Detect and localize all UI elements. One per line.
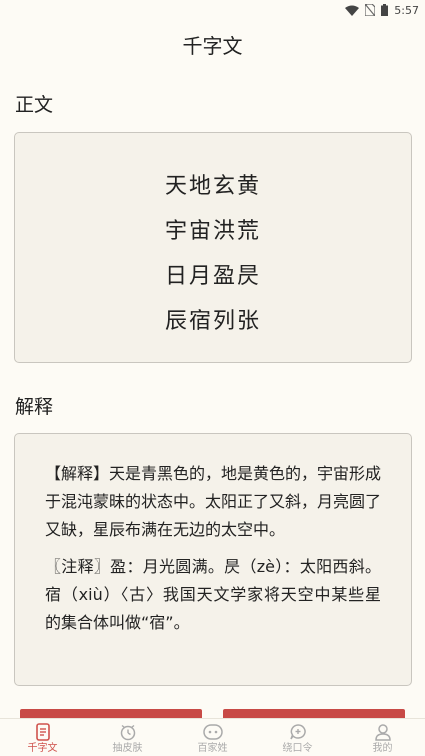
explanation-card: 【解释】天是青黑色的，地是黄色的，宇宙形成于混沌蒙昧的状态中。太阳正了又斜，月亮…	[14, 433, 412, 686]
main-text-card: 天地玄黄 宇宙洪荒 日月盈昃 辰宿列张	[14, 132, 412, 363]
no-sim-icon	[365, 4, 376, 16]
page-title: 千字文	[182, 33, 243, 58]
tab-label: 百家姓	[197, 743, 228, 754]
verse-list: 天地玄黄 宇宙洪荒 日月盈昃 辰宿列张	[15, 161, 411, 341]
alarm-clock-icon	[120, 724, 135, 741]
tab-qianziwen[interactable]: 千字文	[0, 719, 85, 755]
main-text-heading: 正文	[15, 94, 54, 116]
verse-line: 宇宙洪荒	[164, 218, 261, 244]
person-icon	[374, 724, 391, 741]
tab-wode[interactable]: 我的	[340, 719, 425, 755]
tab-label: 抽皮肤	[112, 743, 143, 754]
bottom-tab-bar: 千字文 抽皮肤 百家姓 绕口令 我的	[0, 718, 425, 756]
face-icon	[202, 724, 223, 740]
battery-icon	[381, 4, 389, 16]
chat-heart-icon	[289, 724, 306, 740]
tab-raokouling[interactable]: 绕口令	[255, 719, 340, 755]
annotation-paragraph: 〖注释〗盈：月光圆满。昃（zè）：太阳西斜。宿（xiù）〈古〉我国天文学家将天空…	[45, 557, 381, 632]
verse-line: 天地玄黄	[164, 173, 261, 199]
tab-baijiaxing[interactable]: 百家姓	[170, 719, 255, 755]
explanation-paragraph: 【解释】天是青黑色的，地是黄色的，宇宙形成于混沌蒙昧的状态中。太阳正了又斜，月亮…	[45, 464, 382, 539]
app-screen: 5:57 千字文 正文 天地玄黄 宇宙洪荒 日月盈昃 辰宿列张 解释 【解释】天…	[0, 0, 425, 756]
tab-label: 绕口令	[282, 743, 313, 754]
tab-label: 我的	[372, 743, 393, 754]
tab-choupifu[interactable]: 抽皮肤	[85, 719, 170, 755]
status-time: 5:57	[394, 3, 419, 17]
status-bar: 5:57	[0, 0, 425, 20]
verse-line: 日月盈昃	[164, 263, 261, 289]
document-icon	[35, 723, 50, 741]
explanation-heading: 解释	[15, 396, 54, 418]
wifi-icon	[345, 5, 360, 16]
verse-line: 辰宿列张	[164, 308, 261, 334]
tab-label: 千字文	[27, 743, 58, 754]
